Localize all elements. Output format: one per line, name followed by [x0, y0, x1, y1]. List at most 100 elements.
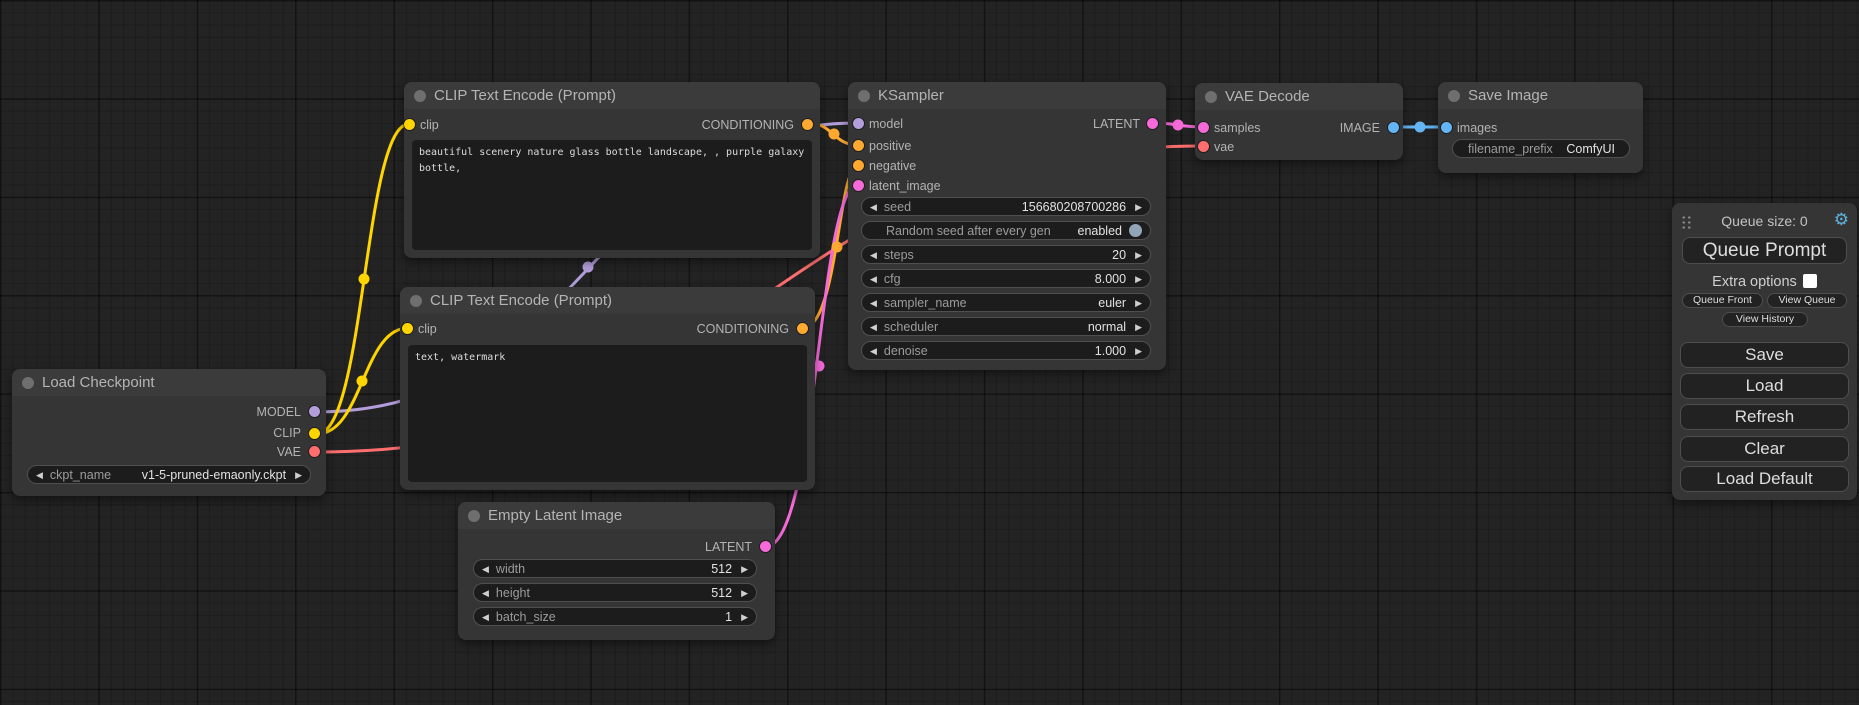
widget-sampler-name[interactable]: sampler_name euler	[861, 293, 1151, 312]
view-history-button[interactable]: View History	[1722, 312, 1808, 327]
widget-cfg[interactable]: cfg 8.000	[861, 269, 1151, 288]
widget-random-seed-toggle[interactable]: Random seed after every gen enabled	[861, 221, 1151, 240]
widget-label: steps	[884, 248, 914, 262]
collapse-dot-icon[interactable]	[468, 510, 480, 522]
node-title-bar[interactable]: VAE Decode	[1195, 83, 1403, 110]
output-port-conditioning[interactable]	[802, 119, 813, 130]
save-button[interactable]: Save	[1680, 342, 1849, 368]
output-port-image[interactable]	[1388, 122, 1399, 133]
output-label-latent: LATENT	[705, 540, 752, 554]
node-title-bar[interactable]: CLIP Text Encode (Prompt)	[400, 287, 815, 314]
collapse-dot-icon[interactable]	[1448, 90, 1460, 102]
prompt-text-field[interactable]: beautiful scenery nature glass bottle la…	[412, 140, 812, 250]
increment-icon[interactable]	[1135, 294, 1142, 312]
refresh-button[interactable]: Refresh	[1680, 404, 1849, 430]
input-port-model[interactable]	[853, 118, 864, 129]
decrement-icon[interactable]	[870, 270, 877, 288]
collapse-dot-icon[interactable]	[22, 377, 34, 389]
node-title-bar[interactable]: CLIP Text Encode (Prompt)	[404, 82, 820, 109]
widget-steps[interactable]: steps 20	[861, 245, 1151, 264]
queue-front-button[interactable]: Queue Front	[1682, 293, 1763, 308]
decrement-icon[interactable]	[870, 342, 877, 360]
input-port-images[interactable]	[1441, 122, 1452, 133]
node-save-image[interactable]: Save Image images filename_prefix ComfyU…	[1438, 82, 1643, 173]
collapse-dot-icon[interactable]	[414, 90, 426, 102]
node-title: CLIP Text Encode (Prompt)	[430, 292, 612, 309]
node-empty-latent-image[interactable]: Empty Latent Image LATENT width 512 heig…	[458, 502, 775, 640]
node-title-bar[interactable]: KSampler	[848, 82, 1166, 109]
widget-ckpt-name[interactable]: ckpt_name v1-5-pruned-emaonly.ckpt	[27, 465, 311, 484]
increment-icon[interactable]	[741, 608, 748, 626]
load-default-button[interactable]: Load Default	[1680, 466, 1849, 492]
input-label-model: model	[869, 117, 903, 131]
link-midpoint-dot	[814, 361, 825, 372]
decrement-icon[interactable]	[870, 294, 877, 312]
node-load-checkpoint[interactable]: Load Checkpoint MODEL CLIP VAE ckpt_name…	[12, 369, 326, 496]
widget-seed[interactable]: seed 156680208700286	[861, 197, 1151, 216]
queue-prompt-button[interactable]: Queue Prompt	[1682, 237, 1847, 264]
input-port-vae[interactable]	[1198, 141, 1209, 152]
increment-icon[interactable]	[1135, 246, 1142, 264]
decrement-icon[interactable]	[870, 246, 877, 264]
widget-width[interactable]: width 512	[473, 559, 757, 578]
input-port-samples[interactable]	[1198, 122, 1209, 133]
decrement-icon[interactable]	[482, 584, 489, 602]
increment-icon[interactable]	[1135, 198, 1142, 216]
collapse-dot-icon[interactable]	[858, 90, 870, 102]
widget-scheduler[interactable]: scheduler normal	[861, 317, 1151, 336]
widget-value: v1-5-pruned-emaonly.ckpt	[142, 468, 286, 482]
decrement-icon[interactable]	[36, 466, 43, 484]
node-title: Load Checkpoint	[42, 374, 155, 391]
node-title-bar[interactable]: Load Checkpoint	[12, 369, 326, 396]
node-graph-canvas[interactable]: Load Checkpoint MODEL CLIP VAE ckpt_name…	[0, 0, 1859, 705]
output-port-conditioning[interactable]	[797, 323, 808, 334]
decrement-icon[interactable]	[870, 318, 877, 336]
load-button[interactable]: Load	[1680, 373, 1849, 399]
increment-icon[interactable]	[295, 466, 302, 484]
prompt-text-field[interactable]: text, watermark	[408, 345, 807, 482]
node-vae-decode[interactable]: VAE Decode samples vae IMAGE	[1195, 83, 1403, 160]
collapse-dot-icon[interactable]	[410, 295, 422, 307]
widget-filename-prefix[interactable]: filename_prefix ComfyUI	[1452, 139, 1630, 158]
output-port-clip[interactable]	[309, 428, 320, 439]
widget-label: scheduler	[884, 320, 938, 334]
node-clip-text-encode-positive[interactable]: CLIP Text Encode (Prompt) clip CONDITION…	[404, 82, 820, 258]
decrement-icon[interactable]	[870, 198, 877, 216]
decrement-icon[interactable]	[482, 608, 489, 626]
widget-denoise[interactable]: denoise 1.000	[861, 341, 1151, 360]
input-port-latent-image[interactable]	[853, 180, 864, 191]
increment-icon[interactable]	[1135, 270, 1142, 288]
input-port-negative[interactable]	[853, 160, 864, 171]
node-title-bar[interactable]: Empty Latent Image	[458, 502, 775, 529]
input-label-positive: positive	[869, 139, 911, 153]
collapse-dot-icon[interactable]	[1205, 91, 1217, 103]
output-port-latent[interactable]	[760, 541, 771, 552]
increment-icon[interactable]	[1135, 342, 1142, 360]
output-label-vae: VAE	[277, 445, 301, 459]
widget-batch-size[interactable]: batch_size 1	[473, 607, 757, 626]
output-port-latent[interactable]	[1147, 118, 1158, 129]
input-port-clip[interactable]	[402, 323, 413, 334]
clear-button[interactable]: Clear	[1680, 436, 1849, 462]
increment-icon[interactable]	[741, 560, 748, 578]
widget-height[interactable]: height 512	[473, 583, 757, 602]
input-port-positive[interactable]	[853, 140, 864, 151]
widget-value: 512	[711, 586, 732, 600]
increment-icon[interactable]	[1135, 318, 1142, 336]
output-label-latent: LATENT	[1093, 117, 1140, 131]
link-midpoint-dot	[829, 129, 840, 140]
output-port-vae[interactable]	[309, 446, 320, 457]
input-label-clip: clip	[420, 118, 439, 132]
view-queue-button[interactable]: View Queue	[1767, 293, 1847, 308]
node-ksampler[interactable]: KSampler model positive negative latent_…	[848, 82, 1166, 370]
node-clip-text-encode-negative[interactable]: CLIP Text Encode (Prompt) clip CONDITION…	[400, 287, 815, 490]
gear-icon[interactable]: ⚙	[1834, 210, 1849, 230]
toggle-knob-icon[interactable]	[1129, 224, 1142, 237]
input-label-images: images	[1457, 121, 1497, 135]
decrement-icon[interactable]	[482, 560, 489, 578]
input-port-clip[interactable]	[404, 119, 415, 130]
extra-options-checkbox[interactable]	[1803, 274, 1817, 288]
node-title-bar[interactable]: Save Image	[1438, 82, 1643, 109]
output-port-model[interactable]	[309, 406, 320, 417]
increment-icon[interactable]	[741, 584, 748, 602]
